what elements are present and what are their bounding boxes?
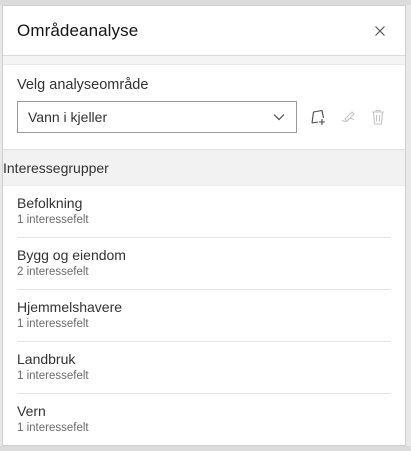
group-count: 2 interessefelt bbox=[17, 266, 89, 278]
chevron-down-icon bbox=[272, 110, 286, 124]
group-count: 1 interessefelt bbox=[17, 214, 89, 226]
interest-groups-header: Interessegrupper bbox=[3, 150, 405, 186]
group-name: Hjemmelshavere bbox=[17, 299, 123, 315]
group-name: Landbruk bbox=[17, 351, 76, 367]
group-count: 1 interessefelt bbox=[17, 422, 89, 434]
analysis-area-row: Vann i kjeller bbox=[17, 101, 391, 133]
area-analysis-panel: Områdeanalyse Velg analyseområde Vann i … bbox=[2, 5, 406, 446]
trash-icon bbox=[372, 109, 384, 125]
list-item[interactable]: Landbruk 1 interessefelt bbox=[17, 342, 391, 394]
list-item[interactable]: Befolkning 1 interessefelt bbox=[17, 186, 391, 238]
panel-title: Områdeanalyse bbox=[17, 20, 139, 40]
analysis-area-section: Velg analyseområde Vann i kjeller bbox=[3, 65, 405, 150]
edit-area-button[interactable] bbox=[335, 104, 361, 130]
edit-area-icon bbox=[341, 111, 355, 123]
close-button[interactable] bbox=[369, 20, 391, 42]
bottom-strip bbox=[0, 446, 411, 451]
analysis-area-selected-value: Vann i kjeller bbox=[28, 109, 108, 125]
group-name: Bygg og eiendom bbox=[17, 247, 126, 263]
group-name: Befolkning bbox=[17, 195, 83, 211]
list-item[interactable]: Vern 1 interessefelt bbox=[17, 394, 391, 445]
analysis-area-select[interactable]: Vann i kjeller bbox=[17, 101, 297, 133]
group-count: 1 interessefelt bbox=[17, 318, 89, 330]
header-gap bbox=[3, 56, 405, 65]
add-area-button[interactable] bbox=[305, 104, 331, 130]
add-area-icon bbox=[311, 109, 325, 125]
close-icon bbox=[375, 25, 385, 36]
delete-area-button[interactable] bbox=[365, 104, 391, 130]
analysis-area-label: Velg analyseområde bbox=[17, 77, 149, 93]
list-item[interactable]: Bygg og eiendom 2 interessefelt bbox=[17, 238, 391, 290]
panel-header: Områdeanalyse bbox=[3, 6, 405, 56]
list-item[interactable]: Hjemmelshavere 1 interessefelt bbox=[17, 290, 391, 342]
interest-group-list: Befolkning 1 interessefelt Bygg og eiend… bbox=[3, 186, 405, 445]
group-count: 1 interessefelt bbox=[17, 370, 89, 382]
group-name: Vern bbox=[17, 403, 46, 419]
